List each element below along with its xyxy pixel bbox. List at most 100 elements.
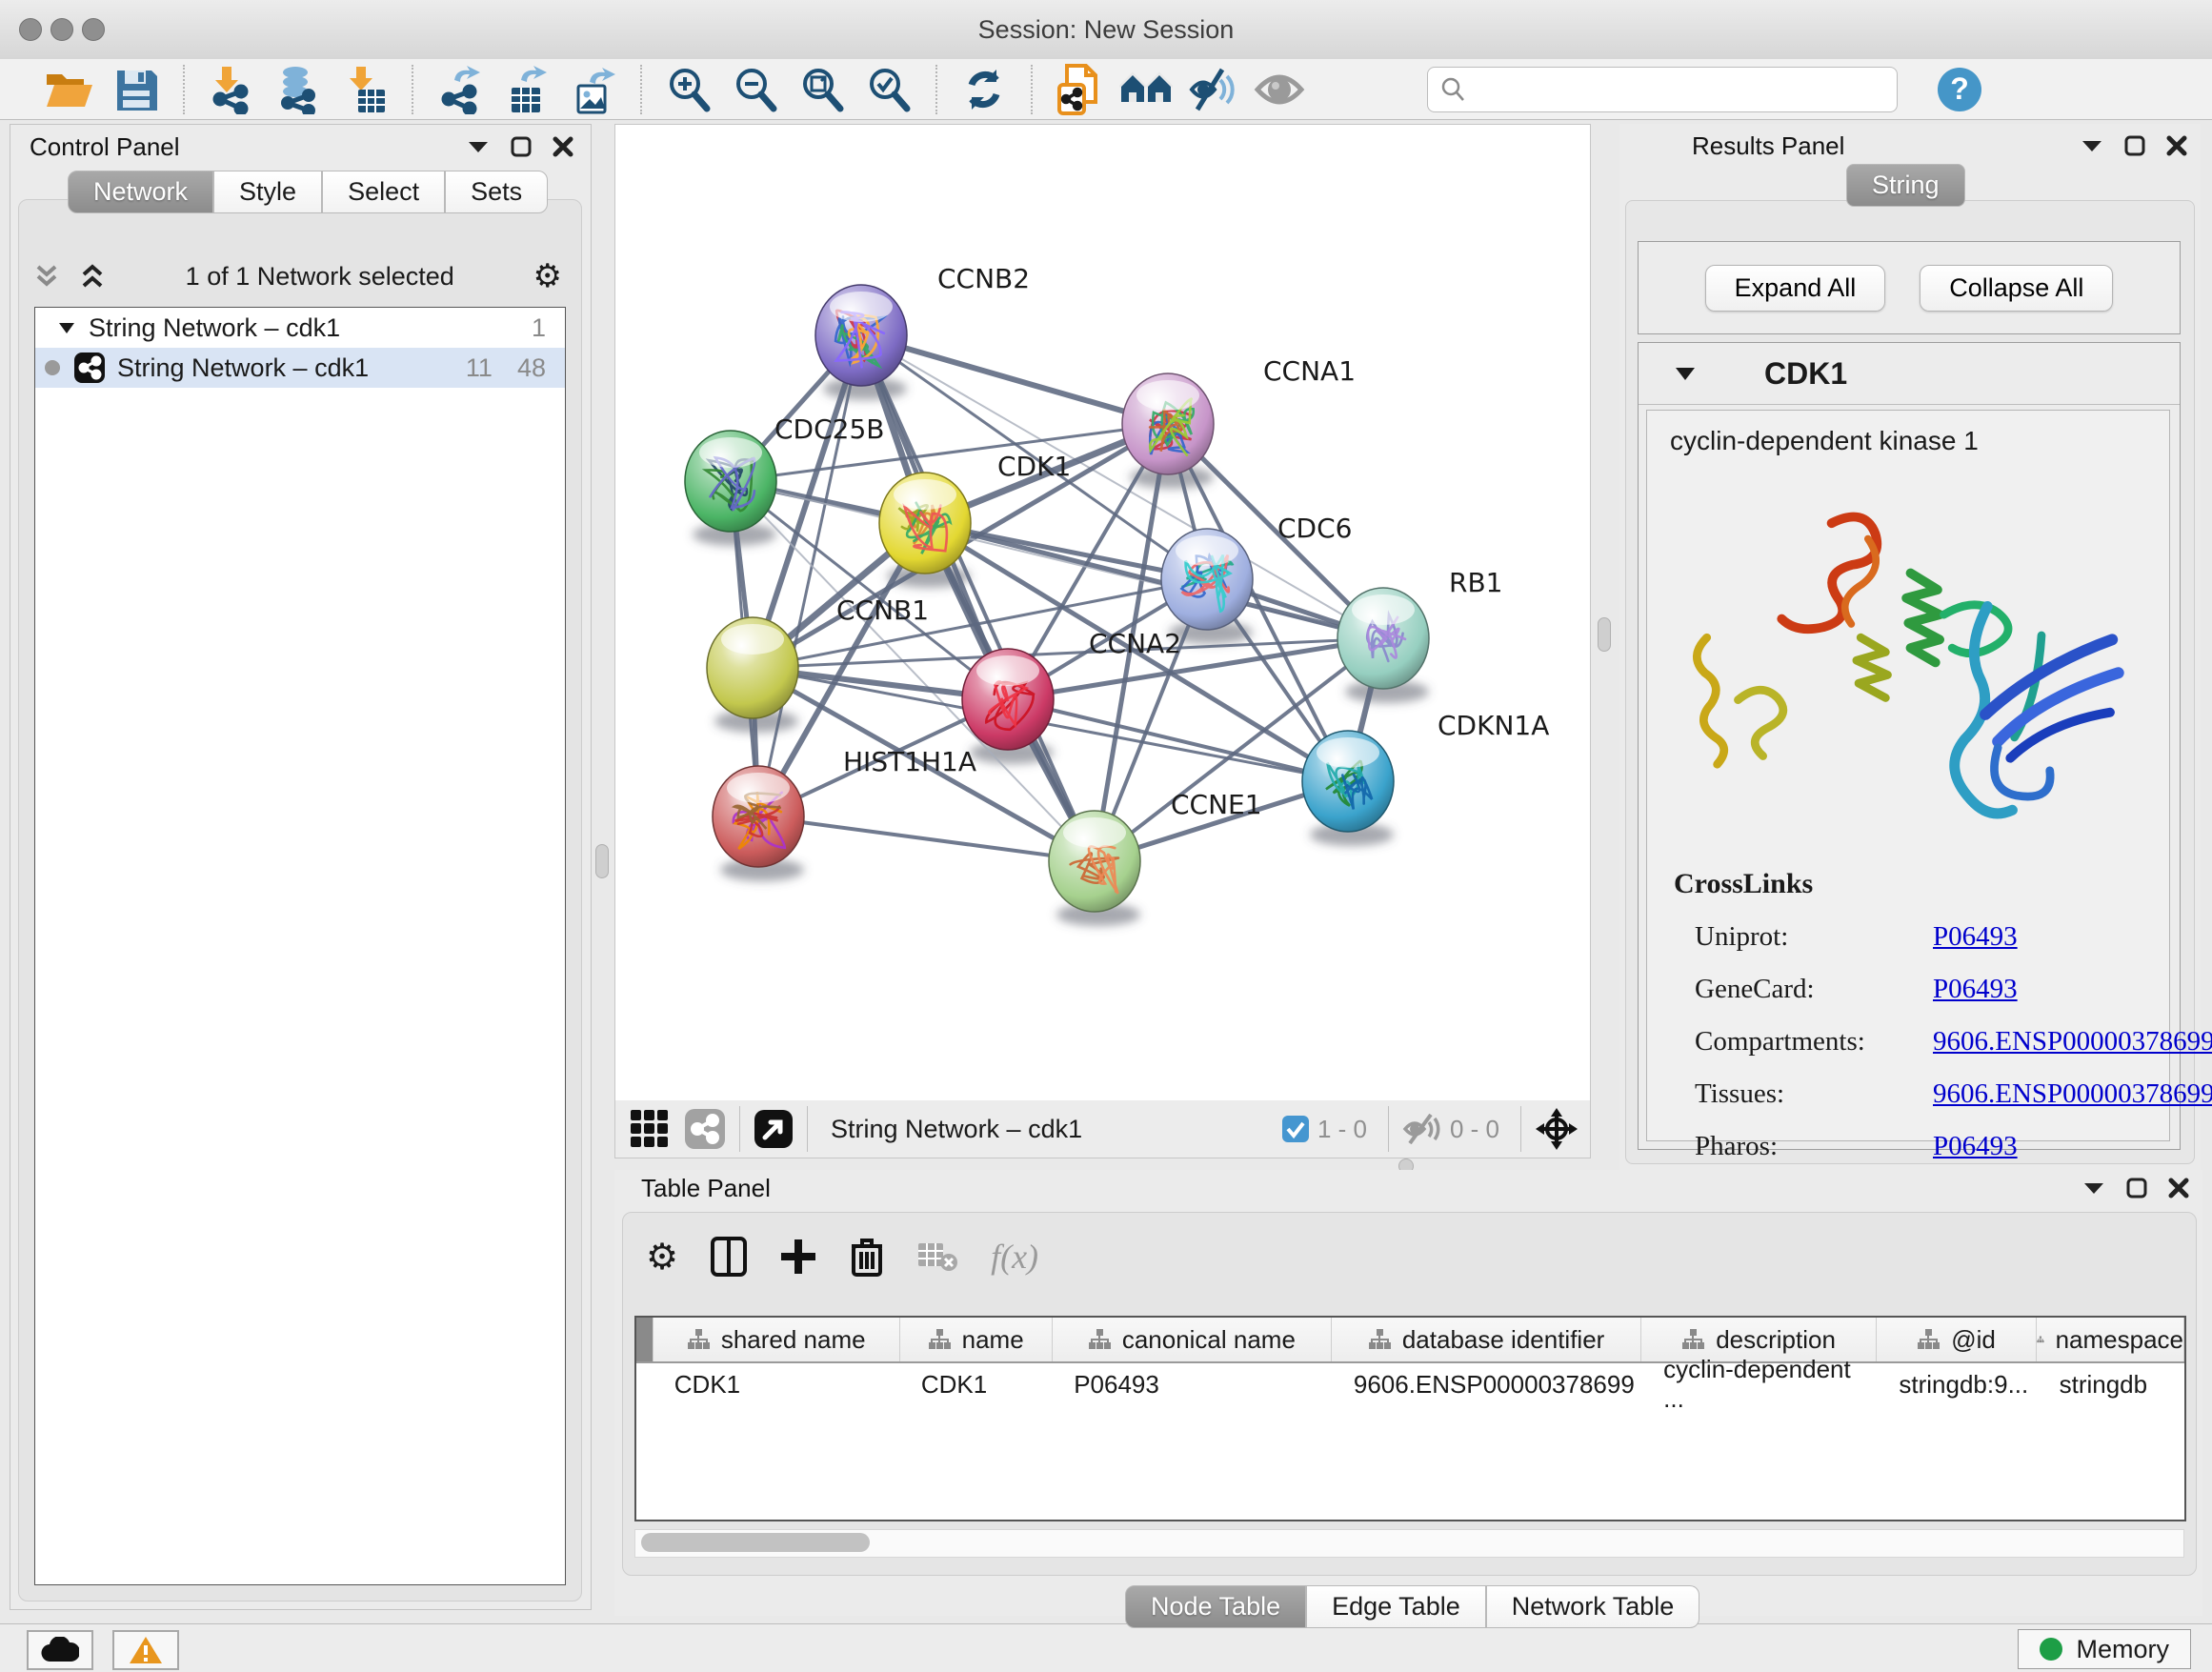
left-splitter-handle[interactable] <box>595 844 609 878</box>
close-panel-icon[interactable] <box>553 136 573 157</box>
show-hide-icon[interactable] <box>1185 63 1240 116</box>
right-splitter-handle[interactable] <box>1598 617 1611 652</box>
delete-table-icon[interactable] <box>916 1239 958 1274</box>
zoom-in-icon[interactable] <box>661 63 716 116</box>
search-input[interactable] <box>1466 75 1870 104</box>
table-options-gear-icon[interactable]: ⚙ <box>646 1236 678 1279</box>
close-panel-icon[interactable] <box>2166 135 2187 156</box>
warning-button[interactable] <box>112 1630 179 1670</box>
column-header-canonical-name[interactable]: canonical name <box>1053 1318 1332 1361</box>
hidden-eye-icon[interactable] <box>1402 1114 1442 1144</box>
show-columns-icon[interactable] <box>711 1237 747 1277</box>
expand-all-networks-icon[interactable] <box>32 263 61 290</box>
zoom-window-button[interactable] <box>82 18 105 41</box>
import-table-file-icon[interactable] <box>337 63 392 116</box>
collapse-all-button[interactable]: Collapse All <box>1920 265 2113 312</box>
export-network-icon[interactable] <box>432 63 488 116</box>
minimize-window-button[interactable] <box>50 18 73 41</box>
column-type-icon <box>1088 1328 1111 1351</box>
row-gutter <box>636 1318 654 1361</box>
tab-select[interactable]: Select <box>322 171 445 213</box>
open-session-icon[interactable] <box>42 63 97 116</box>
collapse-panel-icon[interactable] <box>2082 1180 2105 1196</box>
column-header-@id[interactable]: @id <box>1877 1318 2037 1361</box>
network-collection-row[interactable]: String Network – cdk1 1 <box>35 308 565 348</box>
network-overview-icon[interactable] <box>1118 63 1174 116</box>
node-CCNE1[interactable]: CCNE1 <box>1049 789 1262 912</box>
node-CDC6[interactable]: CDC6 <box>1161 513 1352 630</box>
refresh-icon[interactable] <box>956 63 1012 116</box>
float-panel-icon[interactable] <box>2126 1178 2147 1199</box>
search-field[interactable] <box>1427 67 1898 112</box>
node-CDC25B[interactable]: CDC25B <box>685 413 885 532</box>
table-cell[interactable]: P06493 <box>1053 1363 1333 1405</box>
import-network-file-icon[interactable] <box>204 63 259 116</box>
table-cell[interactable]: stringdb <box>2039 1363 2184 1405</box>
tab-string-results[interactable]: String <box>1846 164 1965 207</box>
table-row[interactable]: CDK1CDK1P064939606.ENSP00000378699cyclin… <box>636 1363 2184 1405</box>
add-column-icon[interactable] <box>779 1238 817 1276</box>
string-panel-toggle-icon[interactable] <box>684 1108 726 1150</box>
scrollbar-thumb[interactable] <box>641 1533 870 1552</box>
close-window-button[interactable] <box>19 18 42 41</box>
column-header-namespace[interactable]: namespace <box>2037 1318 2184 1361</box>
node-CCNB2[interactable]: CCNB2 <box>815 263 1030 386</box>
zoom-fit-icon[interactable] <box>794 63 850 116</box>
tab-style[interactable]: Style <box>213 171 322 213</box>
gene-expander-icon[interactable] <box>1675 366 1696 381</box>
delete-column-icon[interactable] <box>850 1237 884 1277</box>
collapse-all-networks-icon[interactable] <box>78 263 107 290</box>
expand-all-button[interactable]: Expand All <box>1705 265 1886 312</box>
node-HIST1H1A[interactable]: HIST1H1A <box>713 746 976 867</box>
memory-button[interactable]: Memory <box>2018 1629 2191 1669</box>
table-horizontal-scrollbar[interactable] <box>634 1529 2184 1558</box>
network-row-selected[interactable]: String Network – cdk1 11 48 <box>35 348 565 388</box>
export-table-icon[interactable] <box>499 63 554 116</box>
tab-sets[interactable]: Sets <box>445 171 548 213</box>
import-network-database-icon[interactable] <box>271 63 326 116</box>
birds-eye-view-icon[interactable] <box>629 1108 671 1150</box>
table-cell[interactable]: CDK1 <box>654 1363 900 1405</box>
tab-edge-table[interactable]: Edge Table <box>1306 1585 1486 1628</box>
tab-node-table[interactable]: Node Table <box>1125 1585 1306 1628</box>
crosslink-tissues-link[interactable]: 9606.ENSP00000378699 <box>1933 1078 2212 1110</box>
preview-icon[interactable] <box>1252 63 1307 116</box>
node-CCNA1[interactable]: CCNA1 <box>1122 355 1356 474</box>
open-in-window-icon[interactable] <box>754 1109 794 1149</box>
column-header-database-identifier[interactable]: database identifier <box>1332 1318 1641 1361</box>
function-builder-icon[interactable]: f(x) <box>991 1237 1038 1277</box>
save-session-icon[interactable] <box>109 63 164 116</box>
table-cell[interactable]: CDK1 <box>900 1363 1053 1405</box>
tab-network[interactable]: Network <box>68 171 213 213</box>
network-canvas[interactable]: CCNB2CCNA1CDC25BCDK1CDC6RB1CCNB1CCNA2CDK… <box>614 124 1591 1102</box>
zoom-out-icon[interactable] <box>728 63 783 116</box>
tree-expander-icon[interactable] <box>58 321 75 334</box>
help-icon[interactable]: ? <box>1932 63 1987 116</box>
float-panel-icon[interactable] <box>2124 135 2145 156</box>
node-label-HIST1H1A: HIST1H1A <box>843 746 976 777</box>
selected-checkbox-icon[interactable] <box>1281 1115 1310 1143</box>
node-CDKN1A[interactable]: CDKN1A <box>1302 710 1549 832</box>
crosslink-compartments-link[interactable]: 9606.ENSP00000378699 <box>1933 1026 2212 1058</box>
string-import-icon[interactable] <box>1052 63 1107 116</box>
table-cell[interactable]: cyclin-dependent ... <box>1642 1363 1878 1405</box>
network-options-gear-icon[interactable]: ⚙ <box>533 257 562 295</box>
column-header-shared-name[interactable]: shared name <box>654 1318 900 1361</box>
tab-network-table[interactable]: Network Table <box>1486 1585 1700 1628</box>
crosslink-uniprot-link[interactable]: P06493 <box>1933 921 2018 953</box>
column-header-name[interactable]: name <box>900 1318 1053 1361</box>
crosslink-genecard-link[interactable]: P06493 <box>1933 974 2018 1005</box>
table-cell[interactable]: stringdb:9... <box>1878 1363 2038 1405</box>
cloud-button[interactable] <box>27 1630 93 1670</box>
export-image-icon[interactable] <box>566 63 621 116</box>
gene-section-header[interactable]: CDK1 <box>1639 343 2180 405</box>
node-RB1[interactable]: RB1 <box>1337 567 1502 689</box>
close-panel-icon[interactable] <box>2168 1178 2189 1199</box>
node-position-icon[interactable] <box>1535 1107 1579 1151</box>
crosslink-pharos-link[interactable]: P06493 <box>1933 1131 2018 1162</box>
collapse-panel-icon[interactable] <box>2081 138 2103 153</box>
float-panel-icon[interactable] <box>511 136 532 157</box>
table-cell[interactable]: 9606.ENSP00000378699 <box>1333 1363 1642 1405</box>
collapse-panel-icon[interactable] <box>467 139 490 154</box>
zoom-selected-icon[interactable] <box>861 63 916 116</box>
